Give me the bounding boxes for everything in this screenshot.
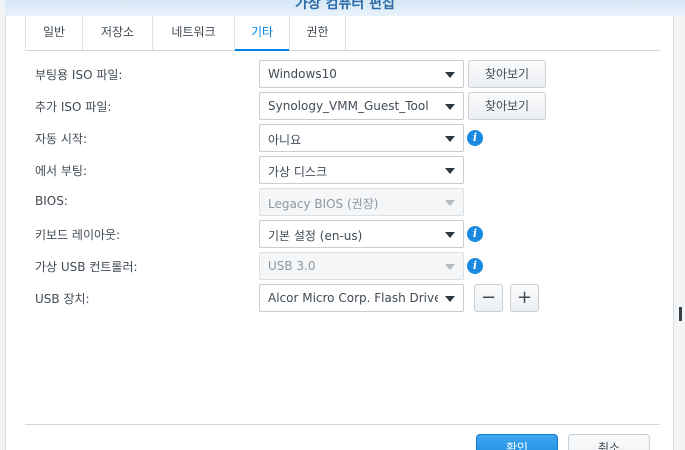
add-usb-button[interactable]: + (510, 284, 539, 312)
dialog-title: 가상 컴퓨터 편집 (295, 0, 395, 12)
tab-permissions[interactable]: 권한 (290, 16, 346, 50)
chevron-down-icon (445, 168, 455, 174)
tab-general[interactable]: 일반 (25, 16, 83, 50)
ok-button[interactable]: 확인 (476, 434, 558, 450)
keyboard-layout-row: 키보드 레이아웃: 기본 설정 (en-us) i (35, 220, 555, 248)
autostart-select[interactable]: 아니요 (259, 124, 464, 152)
boot-iso-select[interactable]: Windows10 (259, 60, 464, 88)
dialog-right-edge (673, 0, 685, 450)
extra-iso-label: 추가 ISO 파일: (35, 100, 112, 114)
boot-iso-row: 부팅용 ISO 파일: Windows10 찾아보기 (35, 60, 555, 88)
usb-device-row: USB 장치: Alcor Micro Corp. Flash Drive − … (35, 284, 555, 312)
info-icon[interactable]: i (467, 130, 483, 146)
dialog-left-edge (0, 0, 6, 450)
keyboard-layout-value: 기본 설정 (en-us) (268, 229, 363, 243)
chevron-down-icon (445, 200, 455, 206)
autostart-value: 아니요 (268, 133, 302, 147)
bios-label: BIOS: (35, 194, 68, 208)
boot-iso-value: Windows10 (268, 67, 337, 81)
info-icon[interactable]: i (467, 226, 483, 242)
cancel-button[interactable]: 취소 (568, 434, 650, 450)
bios-select: Legacy BIOS (권장) (259, 188, 464, 216)
usb-controller-select: USB 3.0 (259, 252, 464, 280)
tab-bar: 일반 저장소 네트워크 기타 권한 (25, 16, 660, 51)
autostart-label: 자동 시작: (35, 132, 88, 146)
chevron-down-icon (445, 264, 455, 270)
chevron-down-icon (445, 104, 455, 110)
usb-controller-value: USB 3.0 (268, 259, 316, 273)
bios-value: Legacy BIOS (권장) (268, 197, 379, 211)
usb-device-label: USB 장치: (35, 292, 90, 306)
tab-network[interactable]: 네트워크 (153, 16, 235, 50)
keyboard-layout-select[interactable]: 기본 설정 (en-us) (259, 220, 464, 248)
extra-iso-value: Synology_VMM_Guest_Tool (268, 99, 429, 113)
usb-controller-label: 가상 USB 컨트롤러: (35, 260, 138, 274)
chevron-down-icon (445, 232, 455, 238)
usb-device-select[interactable]: Alcor Micro Corp. Flash Drive (259, 284, 464, 312)
background-mark (679, 307, 682, 321)
chevron-down-icon (445, 72, 455, 78)
usb-device-value: Alcor Micro Corp. Flash Drive (268, 291, 438, 305)
footer-divider (25, 424, 660, 425)
tab-storage[interactable]: 저장소 (83, 16, 153, 50)
boot-iso-label: 부팅용 ISO 파일: (35, 68, 123, 82)
tab-other[interactable]: 기타 (235, 16, 290, 51)
autostart-row: 자동 시작: 아니요 i (35, 124, 555, 152)
usb-controller-row: 가상 USB 컨트롤러: USB 3.0 i (35, 252, 555, 280)
extra-iso-row: 추가 ISO 파일: Synology_VMM_Guest_Tool 찾아보기 (35, 92, 555, 120)
extra-iso-browse-button[interactable]: 찾아보기 (468, 92, 546, 120)
info-icon[interactable]: i (467, 258, 483, 274)
boot-from-value: 가상 디스크 (268, 165, 328, 179)
chevron-down-icon (445, 296, 455, 302)
remove-usb-button[interactable]: − (474, 284, 503, 312)
extra-iso-select[interactable]: Synology_VMM_Guest_Tool (259, 92, 464, 120)
bios-row: BIOS: Legacy BIOS (권장) (35, 188, 555, 216)
boot-from-row: 에서 부팅: 가상 디스크 (35, 156, 555, 184)
boot-from-label: 에서 부팅: (35, 164, 88, 178)
chevron-down-icon (445, 136, 455, 142)
dialog-titlebar[interactable]: 가상 컴퓨터 편집 (5, 0, 685, 16)
keyboard-layout-label: 키보드 레이아웃: (35, 228, 121, 242)
boot-from-select[interactable]: 가상 디스크 (259, 156, 464, 184)
boot-iso-browse-button[interactable]: 찾아보기 (468, 60, 546, 88)
